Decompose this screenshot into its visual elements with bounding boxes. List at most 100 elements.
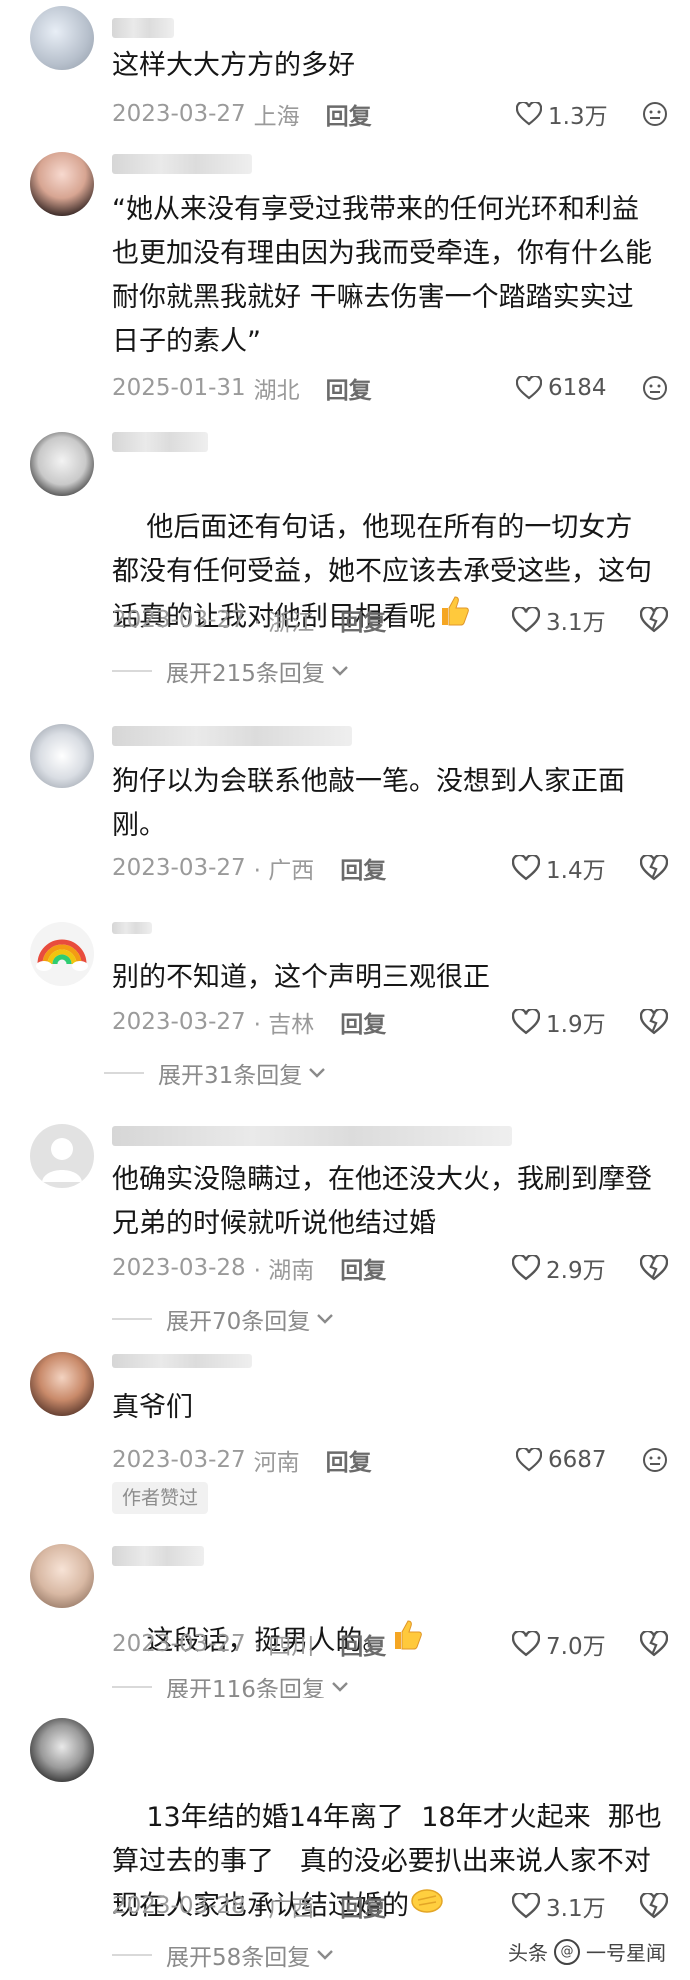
comment-meta: 2023-03-28 · 广西 回复 3.1万 — [112, 1888, 668, 1924]
comment-location: · 浙江 — [253, 610, 315, 636]
like-count: 6687 — [548, 1447, 607, 1473]
dislike-button[interactable] — [640, 1009, 668, 1035]
reply-button[interactable]: 回复 — [340, 603, 386, 637]
comment-date: 2023-03-27 — [112, 1447, 246, 1473]
comment-text: 真爷们 — [112, 1392, 193, 1423]
like-button[interactable]: 1.9万 — [512, 1005, 616, 1039]
expand-replies-button[interactable]: 展开215条回复 — [112, 654, 349, 688]
comment-meta: 2023-03-27 上海 回复 1.3万 — [112, 96, 668, 132]
heart-outline-icon — [512, 1009, 540, 1035]
like-count: 2.9万 — [546, 1258, 606, 1284]
dislike-button[interactable] — [640, 855, 668, 881]
comment-date: 2023-03-27 — [112, 101, 246, 127]
like-button[interactable]: 1.3万 — [516, 97, 618, 131]
comment-location: · 吉林 — [253, 1012, 315, 1038]
expand-replies-label: 展开31条回复 — [158, 1063, 303, 1089]
avatar[interactable] — [30, 1544, 94, 1608]
avatar[interactable] — [30, 724, 94, 788]
dislike-button[interactable] — [640, 607, 668, 633]
expand-replies-label: 展开215条回复 — [166, 661, 325, 687]
at-icon: @ — [554, 1938, 580, 1965]
reply-button[interactable]: 回复 — [326, 97, 372, 131]
avatar[interactable] — [30, 1718, 94, 1782]
username-blurred[interactable] — [112, 18, 174, 38]
comment-date: 2023-03-27 — [112, 1009, 246, 1035]
expand-replies-button[interactable]: 展开31条回复 — [104, 1056, 326, 1090]
broken-heart-icon — [640, 855, 668, 881]
heart-outline-icon — [512, 1631, 540, 1657]
comment-meta: 2025-01-31 湖北 回复 6184 — [112, 370, 668, 406]
like-button[interactable]: 6184 — [516, 375, 618, 401]
dislike-button[interactable] — [640, 1893, 668, 1919]
like-button[interactable]: 6687 — [516, 1447, 618, 1473]
reply-button[interactable]: 回复 — [340, 1005, 386, 1039]
like-count: 3.1万 — [546, 610, 606, 636]
dislike-button[interactable] — [642, 101, 668, 127]
broken-heart-icon — [640, 1893, 668, 1919]
like-button[interactable]: 2.9万 — [512, 1251, 616, 1285]
like-button[interactable]: 3.1万 — [512, 1889, 616, 1923]
neutral-face-icon — [643, 102, 667, 126]
neutral-face-icon — [643, 376, 667, 400]
comment-location: 湖北 — [253, 378, 300, 404]
dislike-button[interactable] — [640, 1255, 668, 1281]
comment-page: { "comments": [ {"text":"这样大大方方的多好","dat… — [0, 0, 690, 1980]
comment-meta: 2023-03-28 · 湖南 回复 2.9万 — [112, 1250, 668, 1286]
expand-replies-label: 展开58条回复 — [166, 1945, 311, 1971]
comment-date: 2023-03-28 — [112, 1893, 246, 1919]
avatar[interactable] — [30, 1352, 94, 1416]
like-button[interactable]: 7.0万 — [512, 1627, 616, 1661]
source-watermark: 头条 @ 一号星闻 — [508, 1937, 666, 1966]
like-count: 6184 — [548, 375, 607, 401]
reply-button[interactable]: 回复 — [340, 1627, 386, 1661]
chevron-down-icon — [332, 1682, 348, 1692]
username-blurred[interactable] — [112, 1546, 204, 1566]
watermark-account: 一号星闻 — [586, 1941, 666, 1965]
like-button[interactable]: 1.4万 — [512, 851, 616, 885]
comment-meta: 2023-03-27 · 广西 回复 1.4万 — [112, 850, 668, 886]
dislike-button[interactable] — [642, 375, 668, 401]
reply-button[interactable]: 回复 — [340, 1251, 386, 1285]
avatar[interactable] — [30, 922, 94, 986]
reply-button[interactable]: 回复 — [326, 1443, 372, 1477]
comment-location: · 广西 — [253, 1896, 315, 1922]
avatar[interactable] — [30, 6, 94, 70]
username-blurred[interactable] — [112, 922, 152, 934]
username-blurred[interactable] — [112, 1126, 512, 1146]
expand-replies-label: 展开116条回复 — [166, 1677, 325, 1698]
comment-date: 2023-03-27 — [112, 607, 246, 633]
username-blurred[interactable] — [112, 726, 352, 746]
dislike-button[interactable] — [642, 1447, 668, 1473]
heart-outline-icon — [512, 855, 540, 881]
like-count: 1.9万 — [546, 1012, 606, 1038]
default-avatar-icon — [42, 1138, 82, 1182]
avatar[interactable] — [30, 152, 94, 216]
reply-button[interactable]: 回复 — [340, 851, 386, 885]
comment-text: 他后面还有句话，他现在所有的一切女方都没有任何受益，她不应该去承受这些，这句话真… — [112, 462, 652, 686]
comment-location: · 广西 — [253, 858, 315, 884]
username-blurred[interactable] — [112, 432, 208, 452]
comment-text: 这样大大方方的多好 — [112, 50, 355, 81]
reply-button[interactable]: 回复 — [326, 371, 372, 405]
expand-replies-button[interactable]: 展开70条回复 — [112, 1302, 334, 1336]
expand-replies-button[interactable]: 展开116条回复 — [112, 1676, 349, 1698]
broken-heart-icon — [640, 1631, 668, 1657]
username-blurred[interactable] — [112, 154, 252, 174]
watermark-prefix: 头条 — [508, 1941, 548, 1965]
avatar[interactable] — [30, 1124, 94, 1188]
comment-location: · 湖南 — [253, 1258, 315, 1284]
reply-button[interactable]: 回复 — [340, 1889, 386, 1923]
chevron-down-icon — [309, 1068, 326, 1078]
comment-text: “她从来没有享受过我带来的任何光环和利益 也更加没有理由因为我而受牵连，你有什么… — [112, 194, 652, 357]
like-count: 3.1万 — [546, 1896, 606, 1922]
broken-heart-icon — [640, 1009, 668, 1035]
chevron-down-icon — [317, 1314, 334, 1324]
username-blurred[interactable] — [112, 1354, 252, 1368]
dislike-button[interactable] — [640, 1631, 668, 1657]
comment-meta: 2023-03-27 · 浙江 回复 3.1万 — [112, 602, 668, 638]
expand-replies-button[interactable]: 展开58条回复 — [112, 1938, 334, 1972]
like-button[interactable]: 3.1万 — [512, 603, 616, 637]
comment-date: 2025-01-31 — [112, 375, 246, 401]
like-count: 7.0万 — [546, 1634, 606, 1660]
avatar[interactable] — [30, 432, 94, 496]
